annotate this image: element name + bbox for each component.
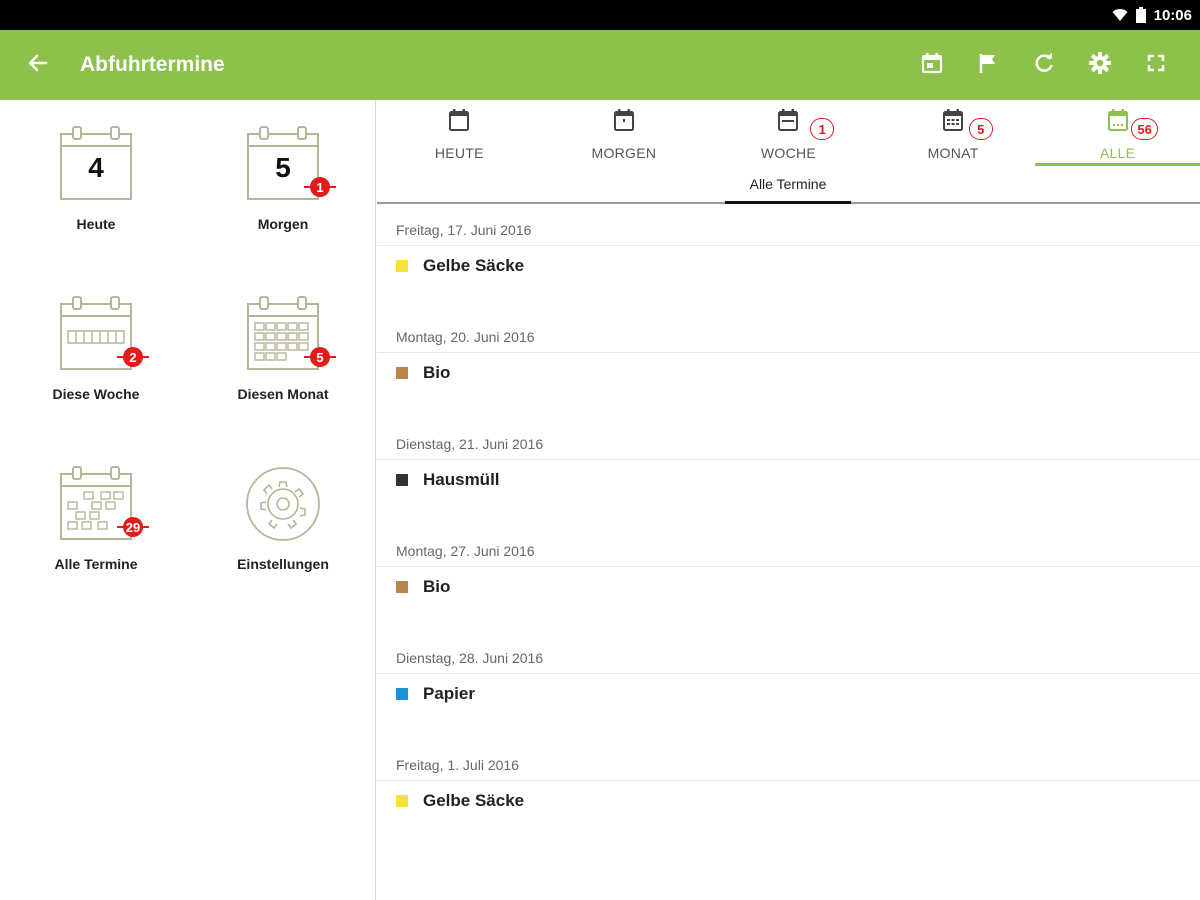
tab-count-badge: 56 xyxy=(1131,118,1158,140)
list-item[interactable]: Dienstag, 28. Juni 2016 Papier xyxy=(377,632,1200,739)
subtab-alle-termine[interactable]: Alle Termine xyxy=(725,172,851,204)
list-item[interactable]: Montag, 20. Juni 2016 Bio xyxy=(377,311,1200,418)
calendar-all-icon xyxy=(1107,108,1129,137)
subtab-bar: Alle Termine xyxy=(377,166,1200,204)
color-swatch xyxy=(396,580,408,593)
tile-label: Einstellungen xyxy=(237,556,329,572)
list-item[interactable]: Freitag, 1. Juli 2016 Gelbe Säcke xyxy=(377,739,1200,846)
tile-diesen-monat[interactable]: 5 Diesen Monat xyxy=(208,270,358,420)
wifi-icon xyxy=(1112,8,1128,22)
tab-label: WOCHE xyxy=(760,145,817,161)
tab-label: MORGEN xyxy=(591,145,657,161)
tab-label: MONAT xyxy=(927,145,979,161)
tile-day-number: 4 xyxy=(88,152,104,183)
status-time: 10:06 xyxy=(1153,6,1192,24)
flag-button[interactable] xyxy=(960,37,1016,93)
tile-morgen[interactable]: 5 1 Morgen xyxy=(208,100,358,250)
count-badge: 29 xyxy=(117,516,149,538)
waste-type: Bio xyxy=(423,576,451,596)
date-header: Dienstag, 21. Juni 2016 xyxy=(377,418,1200,460)
refresh-button[interactable] xyxy=(1016,37,1072,93)
color-swatch xyxy=(396,259,408,272)
schedule-panel: HEUTE MORGEN WOCHE 1 MONAT 5 ALLE 56 All… xyxy=(377,100,1200,900)
tab-bar: HEUTE MORGEN WOCHE 1 MONAT 5 ALLE 56 xyxy=(377,100,1200,166)
tile-label: Alle Termine xyxy=(54,556,138,572)
tab-woche[interactable]: WOCHE 1 xyxy=(706,100,871,166)
fullscreen-button[interactable] xyxy=(1128,37,1184,93)
waste-type: Bio xyxy=(423,362,451,382)
flag-icon xyxy=(978,52,998,79)
page-title: Abfuhrtermine xyxy=(80,53,225,76)
count-badge: 5 xyxy=(304,346,336,368)
tile-einstellungen[interactable]: Einstellungen xyxy=(208,440,358,590)
tab-monat[interactable]: MONAT 5 xyxy=(871,100,1036,166)
gear-icon xyxy=(243,464,323,544)
color-swatch xyxy=(396,473,408,486)
refresh-icon xyxy=(1033,52,1055,79)
color-swatch xyxy=(396,794,408,807)
color-swatch xyxy=(396,366,408,379)
tile-label: Morgen xyxy=(257,216,309,232)
count-badge: 2 xyxy=(117,346,149,368)
today-button[interactable] xyxy=(904,37,960,93)
tab-morgen[interactable]: MORGEN xyxy=(542,100,707,166)
date-header: Montag, 27. Juni 2016 xyxy=(377,525,1200,567)
tile-label: Diese Woche xyxy=(52,386,140,402)
date-header: Montag, 20. Juni 2016 xyxy=(377,311,1200,353)
tab-label: HEUTE xyxy=(434,145,484,161)
fullscreen-icon xyxy=(1146,53,1166,78)
calendar-week-icon: 2 xyxy=(56,294,149,374)
app-bar: Abfuhrtermine xyxy=(0,30,1200,100)
status-bar: 10:06 xyxy=(0,0,1200,30)
tile-alle-termine[interactable]: 29 Alle Termine xyxy=(21,440,171,590)
dashboard-panel: 4 Heute 5 1 Morgen 2 Diese Woche 5 Diese… xyxy=(0,100,376,900)
calendar-today-icon xyxy=(921,52,943,79)
tile-diese-woche[interactable]: 2 Diese Woche xyxy=(21,270,171,420)
date-header: Dienstag, 28. Juni 2016 xyxy=(377,632,1200,674)
settings-icon xyxy=(1088,51,1112,80)
waste-type: Gelbe Säcke xyxy=(423,255,525,275)
calendar-month-icon: 5 xyxy=(243,294,336,374)
waste-type: Hausmüll xyxy=(423,469,500,489)
tile-label: Diesen Monat xyxy=(237,386,329,402)
settings-button[interactable] xyxy=(1072,37,1128,93)
arrow-left-icon xyxy=(28,53,48,78)
tab-count-badge: 1 xyxy=(810,118,835,140)
waste-type: Gelbe Säcke xyxy=(423,790,525,810)
color-swatch xyxy=(396,687,408,700)
tile-heute[interactable]: 4 Heute xyxy=(21,100,171,250)
tab-heute[interactable]: HEUTE xyxy=(377,100,542,166)
calendar-month-icon xyxy=(942,108,964,137)
date-header: Freitag, 1. Juli 2016 xyxy=(377,739,1200,781)
calendar-all-icon: 29 xyxy=(56,464,149,544)
tab-count-badge: 5 xyxy=(968,118,993,140)
tile-label: Heute xyxy=(76,216,116,232)
list-item[interactable]: Dienstag, 21. Juni 2016 Hausmüll xyxy=(377,418,1200,525)
calendar-icon xyxy=(613,108,635,137)
tab-alle[interactable]: ALLE 56 xyxy=(1035,100,1200,166)
battery-icon xyxy=(1135,7,1146,23)
calendar-icon xyxy=(448,108,470,137)
calendar-day-icon: 5 1 xyxy=(243,124,336,204)
back-button[interactable] xyxy=(0,30,80,100)
schedule-list: Freitag, 17. Juni 2016 Gelbe Säcke Monta… xyxy=(377,204,1200,846)
waste-type: Papier xyxy=(423,683,475,703)
date-header: Freitag, 17. Juni 2016 xyxy=(377,204,1200,246)
calendar-day-icon: 4 xyxy=(56,124,136,204)
list-item[interactable]: Freitag, 17. Juni 2016 Gelbe Säcke xyxy=(377,204,1200,311)
calendar-week-icon xyxy=(777,108,799,137)
list-item[interactable]: Montag, 27. Juni 2016 Bio xyxy=(377,525,1200,632)
tab-label: ALLE xyxy=(1099,145,1136,161)
count-badge: 1 xyxy=(304,176,336,198)
